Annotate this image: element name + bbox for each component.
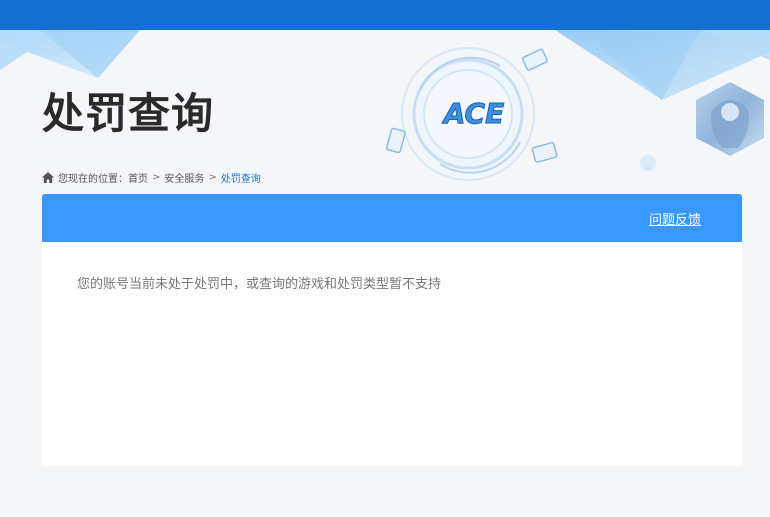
breadcrumb: 您现在的位置： 首页 > 安全服务 > 处罚查询: [42, 170, 261, 185]
breadcrumb-separator: >: [208, 172, 217, 183]
page-banner: ACE 处罚查询 您现在的位置： 首页 > 安全服务 > 处罚查询: [0, 30, 770, 194]
top-bar: [0, 0, 770, 30]
breadcrumb-prefix: 您现在的位置：: [58, 174, 128, 185]
ace-logo-text: ACE: [442, 97, 504, 130]
result-message: 您的账号当前未处于处罚中，或查询的游戏和处罚类型暂不支持: [77, 277, 442, 292]
breadcrumb-security-services[interactable]: 安全服务: [164, 170, 204, 185]
feedback-link[interactable]: 问题反馈: [649, 209, 701, 228]
panel-body: 您的账号当前未处于处罚中，或查询的游戏和处罚类型暂不支持: [42, 242, 742, 466]
breadcrumb-home[interactable]: 首页: [128, 170, 148, 185]
home-icon: [42, 172, 54, 183]
breadcrumb-separator: >: [152, 172, 161, 183]
page-title: 处罚查询: [42, 89, 215, 138]
breadcrumb-current: 处罚查询: [220, 174, 261, 185]
ace-logo-icon: ACE: [441, 97, 504, 131]
ace-logo: ACE: [438, 93, 510, 133]
panel-header: 问题反馈: [42, 194, 742, 242]
